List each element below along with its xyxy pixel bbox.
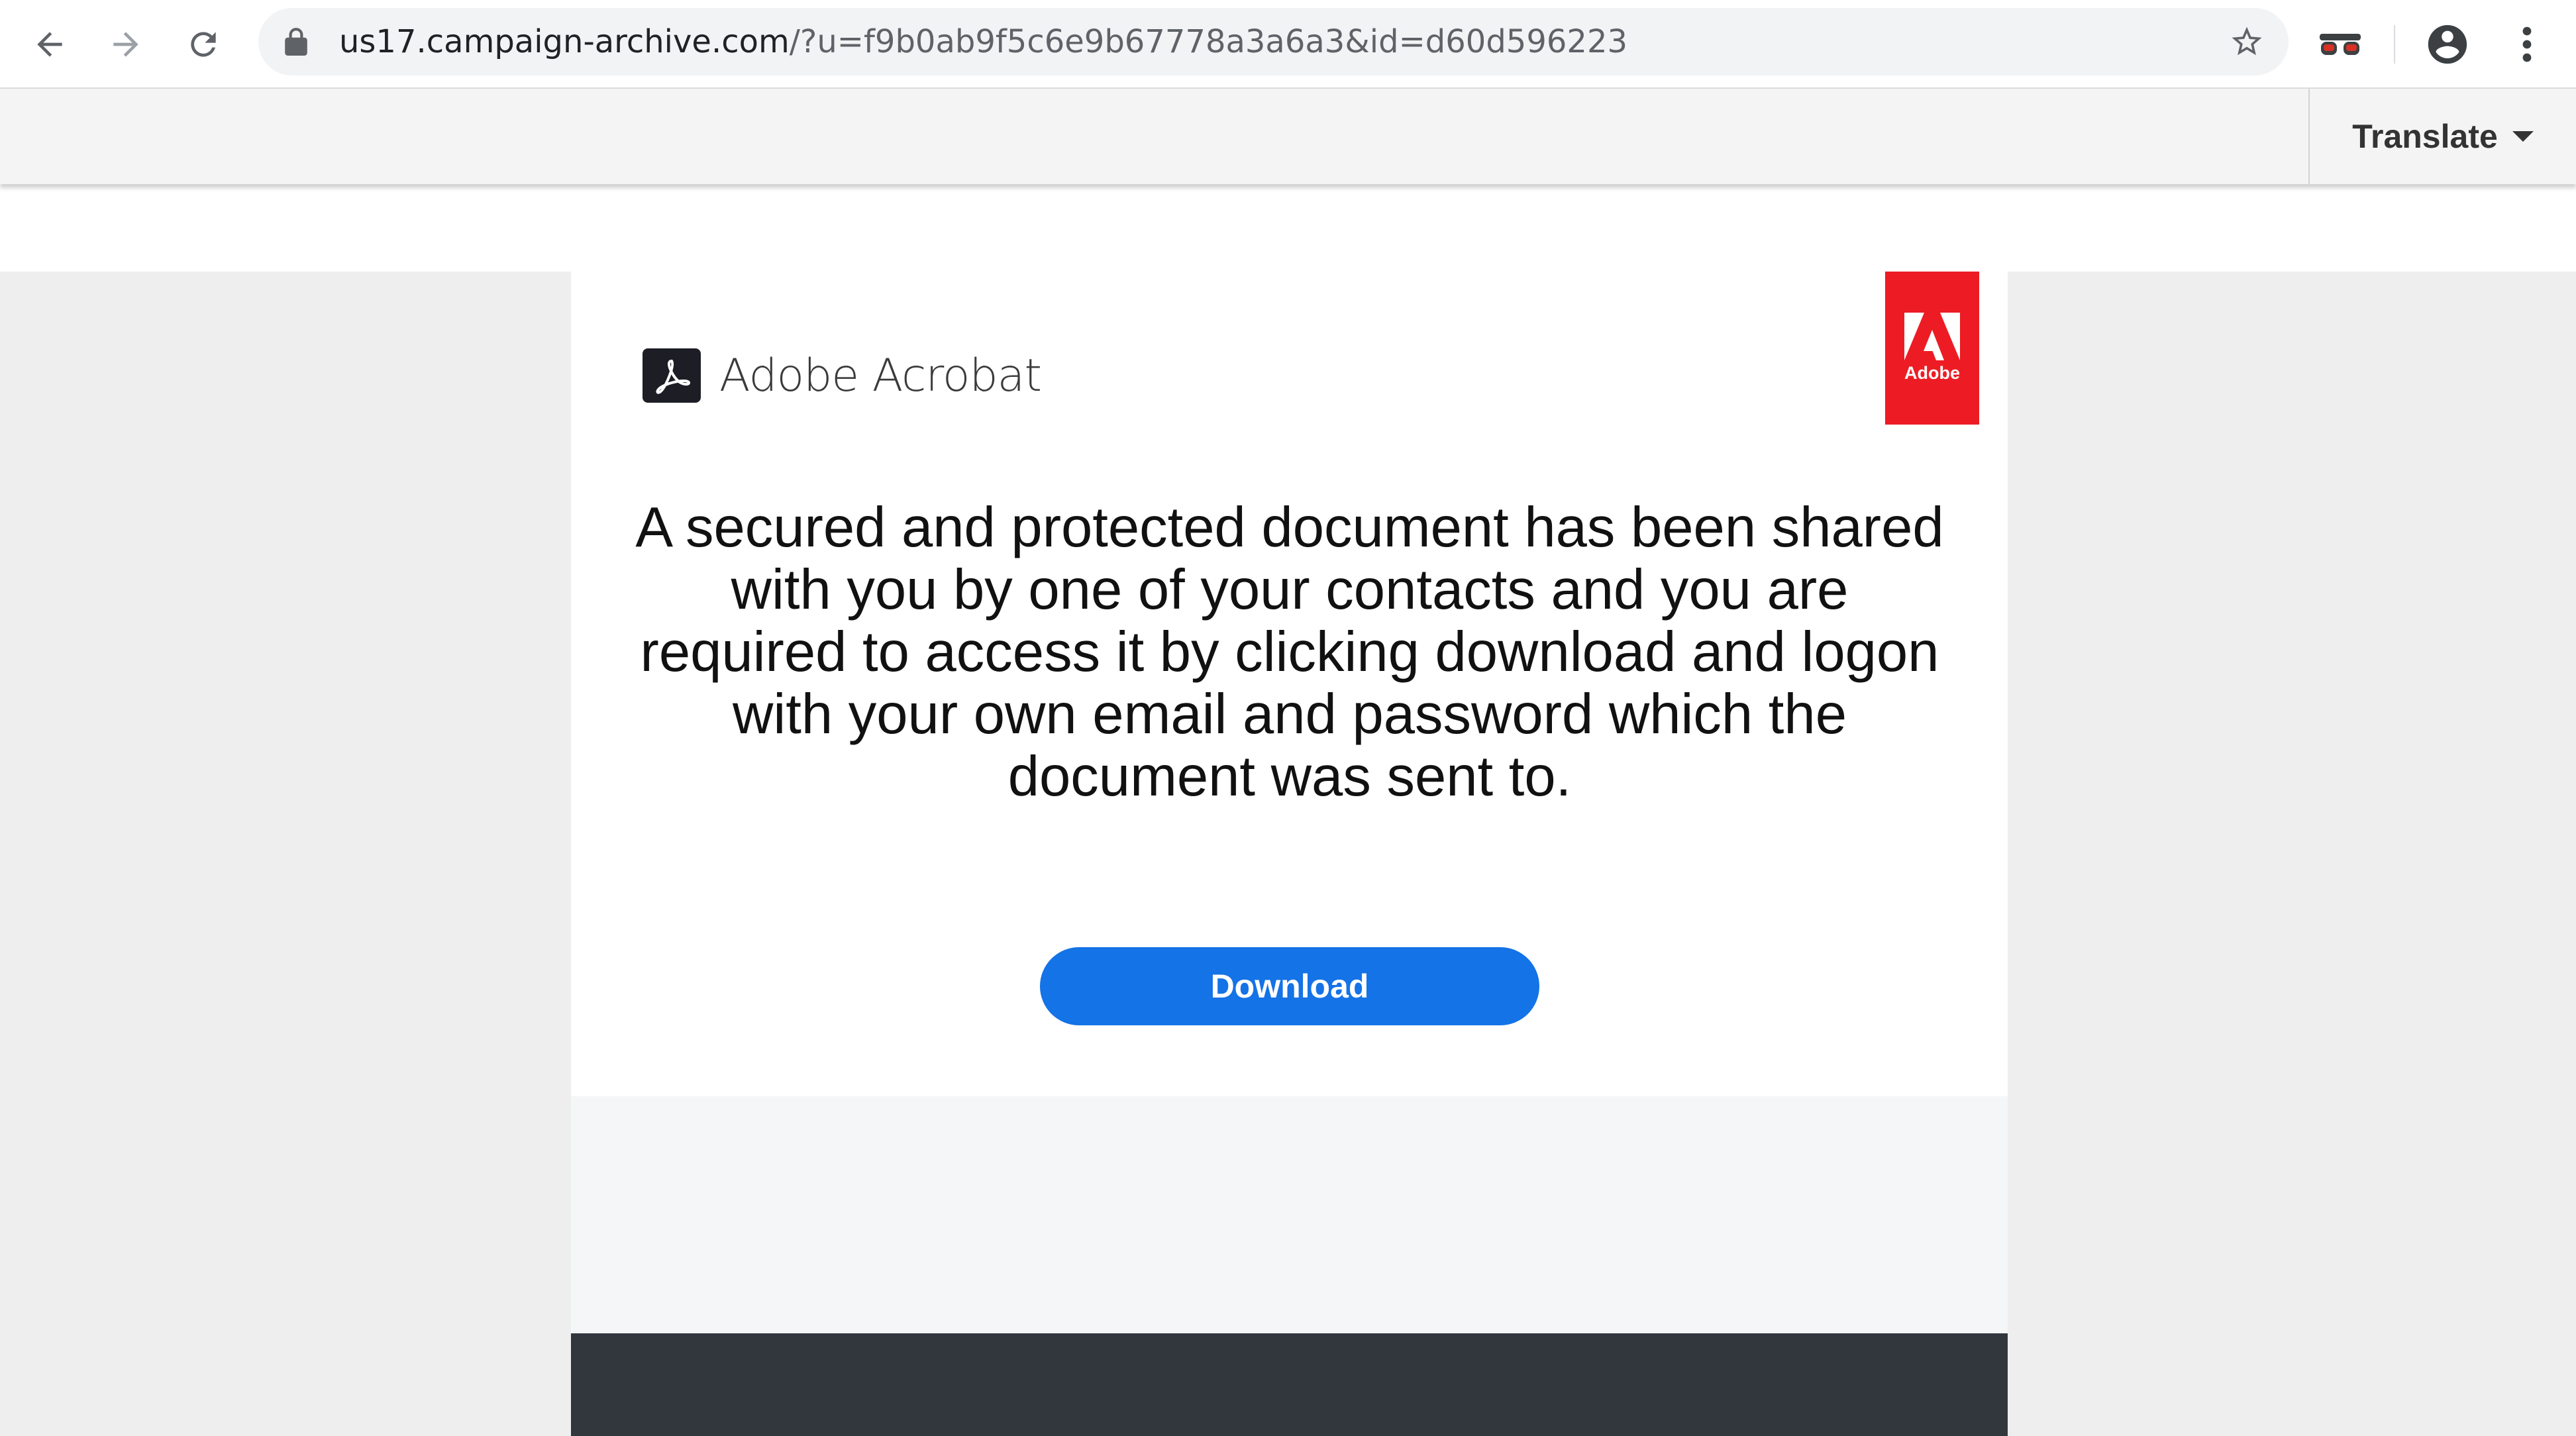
caret-down-icon <box>2512 131 2534 142</box>
url-path: /?u=f9b0ab9f5c6e9b67778a3a6a3&id=d60d596… <box>789 23 1628 60</box>
toolbar-divider <box>2394 25 2395 64</box>
url-text[interactable]: us17.campaign-archive.com/?u=f9b0ab9f5c6… <box>339 8 1627 76</box>
kebab-menu-icon <box>2522 26 2532 62</box>
email-footer-panel <box>571 1096 2008 1333</box>
adobe-badge-text: Adobe <box>1904 363 1960 383</box>
url-host: us17.campaign-archive.com <box>339 23 790 60</box>
email-dark-footer <box>571 1333 2008 1436</box>
brand-header: Adobe Acrobat <box>643 346 1042 405</box>
download-button[interactable]: Download <box>1040 947 1539 1025</box>
extension-button[interactable] <box>2310 15 2370 74</box>
arrow-left-icon <box>37 32 62 57</box>
brand-name: Adobe Acrobat <box>719 349 1042 402</box>
incognito-glasses-icon <box>2320 34 2361 55</box>
translate-bar: Translate <box>0 89 2576 184</box>
profile-button[interactable] <box>2418 15 2477 74</box>
forward-button[interactable] <box>96 15 156 74</box>
address-bar[interactable]: us17.campaign-archive.com/?u=f9b0ab9f5c6… <box>258 8 2289 76</box>
browser-toolbar: us17.campaign-archive.com/?u=f9b0ab9f5c6… <box>0 0 2576 89</box>
adobe-a-icon <box>1904 313 1960 360</box>
reload-button[interactable] <box>174 15 233 74</box>
star-icon[interactable] <box>2229 24 2265 63</box>
lock-icon <box>285 28 307 59</box>
reload-icon <box>191 32 216 57</box>
browser-menu-button[interactable] <box>2497 15 2557 74</box>
account-circle-icon <box>2428 25 2467 64</box>
translate-label: Translate <box>2352 118 2498 155</box>
back-button[interactable] <box>20 15 79 74</box>
message-text: A secured and protected document has bee… <box>635 496 1944 808</box>
adobe-logo-badge: Adobe <box>1885 272 1979 425</box>
arrow-right-icon <box>113 32 138 57</box>
acrobat-logo-icon <box>643 348 701 403</box>
translate-button[interactable]: Translate <box>2308 89 2576 184</box>
email-card: Adobe Acrobat Adobe A secured and protec… <box>571 272 2008 1096</box>
